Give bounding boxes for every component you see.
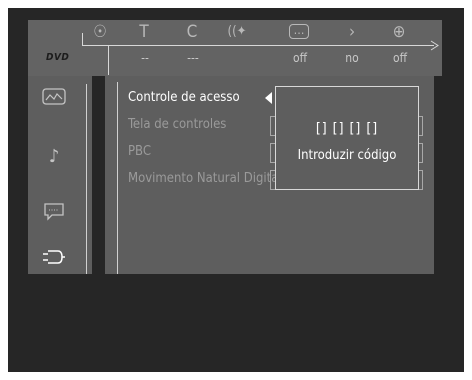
repeat-icon[interactable]: › [339,22,365,42]
menu-item-control-screen[interactable]: Tela de controles [128,116,226,134]
settings-plug-icon[interactable] [38,248,70,270]
audio-icon[interactable]: ((✦ [224,22,250,42]
menu-item-pbc[interactable]: PBC [128,143,151,161]
music-note-icon[interactable]: ♪ [38,146,70,168]
repeat-value: no [345,51,359,65]
dvd-logo: DVD [46,52,70,63]
panel-divider [117,82,118,274]
selection-bracket-drop [108,45,109,75]
chapter-icon[interactable]: C [179,22,205,42]
code-entry-field[interactable]: [] [] [] [] [276,121,418,137]
angle-icon[interactable]: ☉ [87,22,113,42]
zoom-value: off [392,51,408,65]
code-prompt: Introduzir código [297,148,397,163]
menu-item-digital-natural-motion[interactable]: Movimento Natural Digital [128,170,282,188]
chapter-value: --- [187,51,199,65]
title-value: -- [141,51,149,65]
subtitle-icon[interactable]: … [286,22,312,42]
status-bar: DVD ☉ T C ((✦ … › ⊕ -- --- off no off [28,20,442,76]
selection-bracket-line [82,45,434,46]
sidebar: ♪ [28,76,92,274]
access-code-dialog: [] [] [] [] Introduzir código [275,86,419,190]
dvd-osd-screen: DVD ☉ T C ((✦ … › ⊕ -- --- off no off ♪ [8,8,464,372]
selection-bracket-left [82,33,83,45]
setup-panel: Controle de acesso Tela de controles PBC… [105,76,434,274]
sidebar-divider [86,84,87,274]
zoom-icon[interactable]: ⊕ [386,22,412,42]
speech-bubble-icon[interactable] [38,202,70,224]
subtitle-value: off [292,51,308,65]
picture-icon[interactable] [38,88,70,110]
title-icon[interactable]: T [131,22,157,42]
menu-item-access-control[interactable]: Controle de acesso [128,89,240,107]
bracket-arrow-icon [430,40,439,51]
selection-cursor-icon [265,92,272,104]
